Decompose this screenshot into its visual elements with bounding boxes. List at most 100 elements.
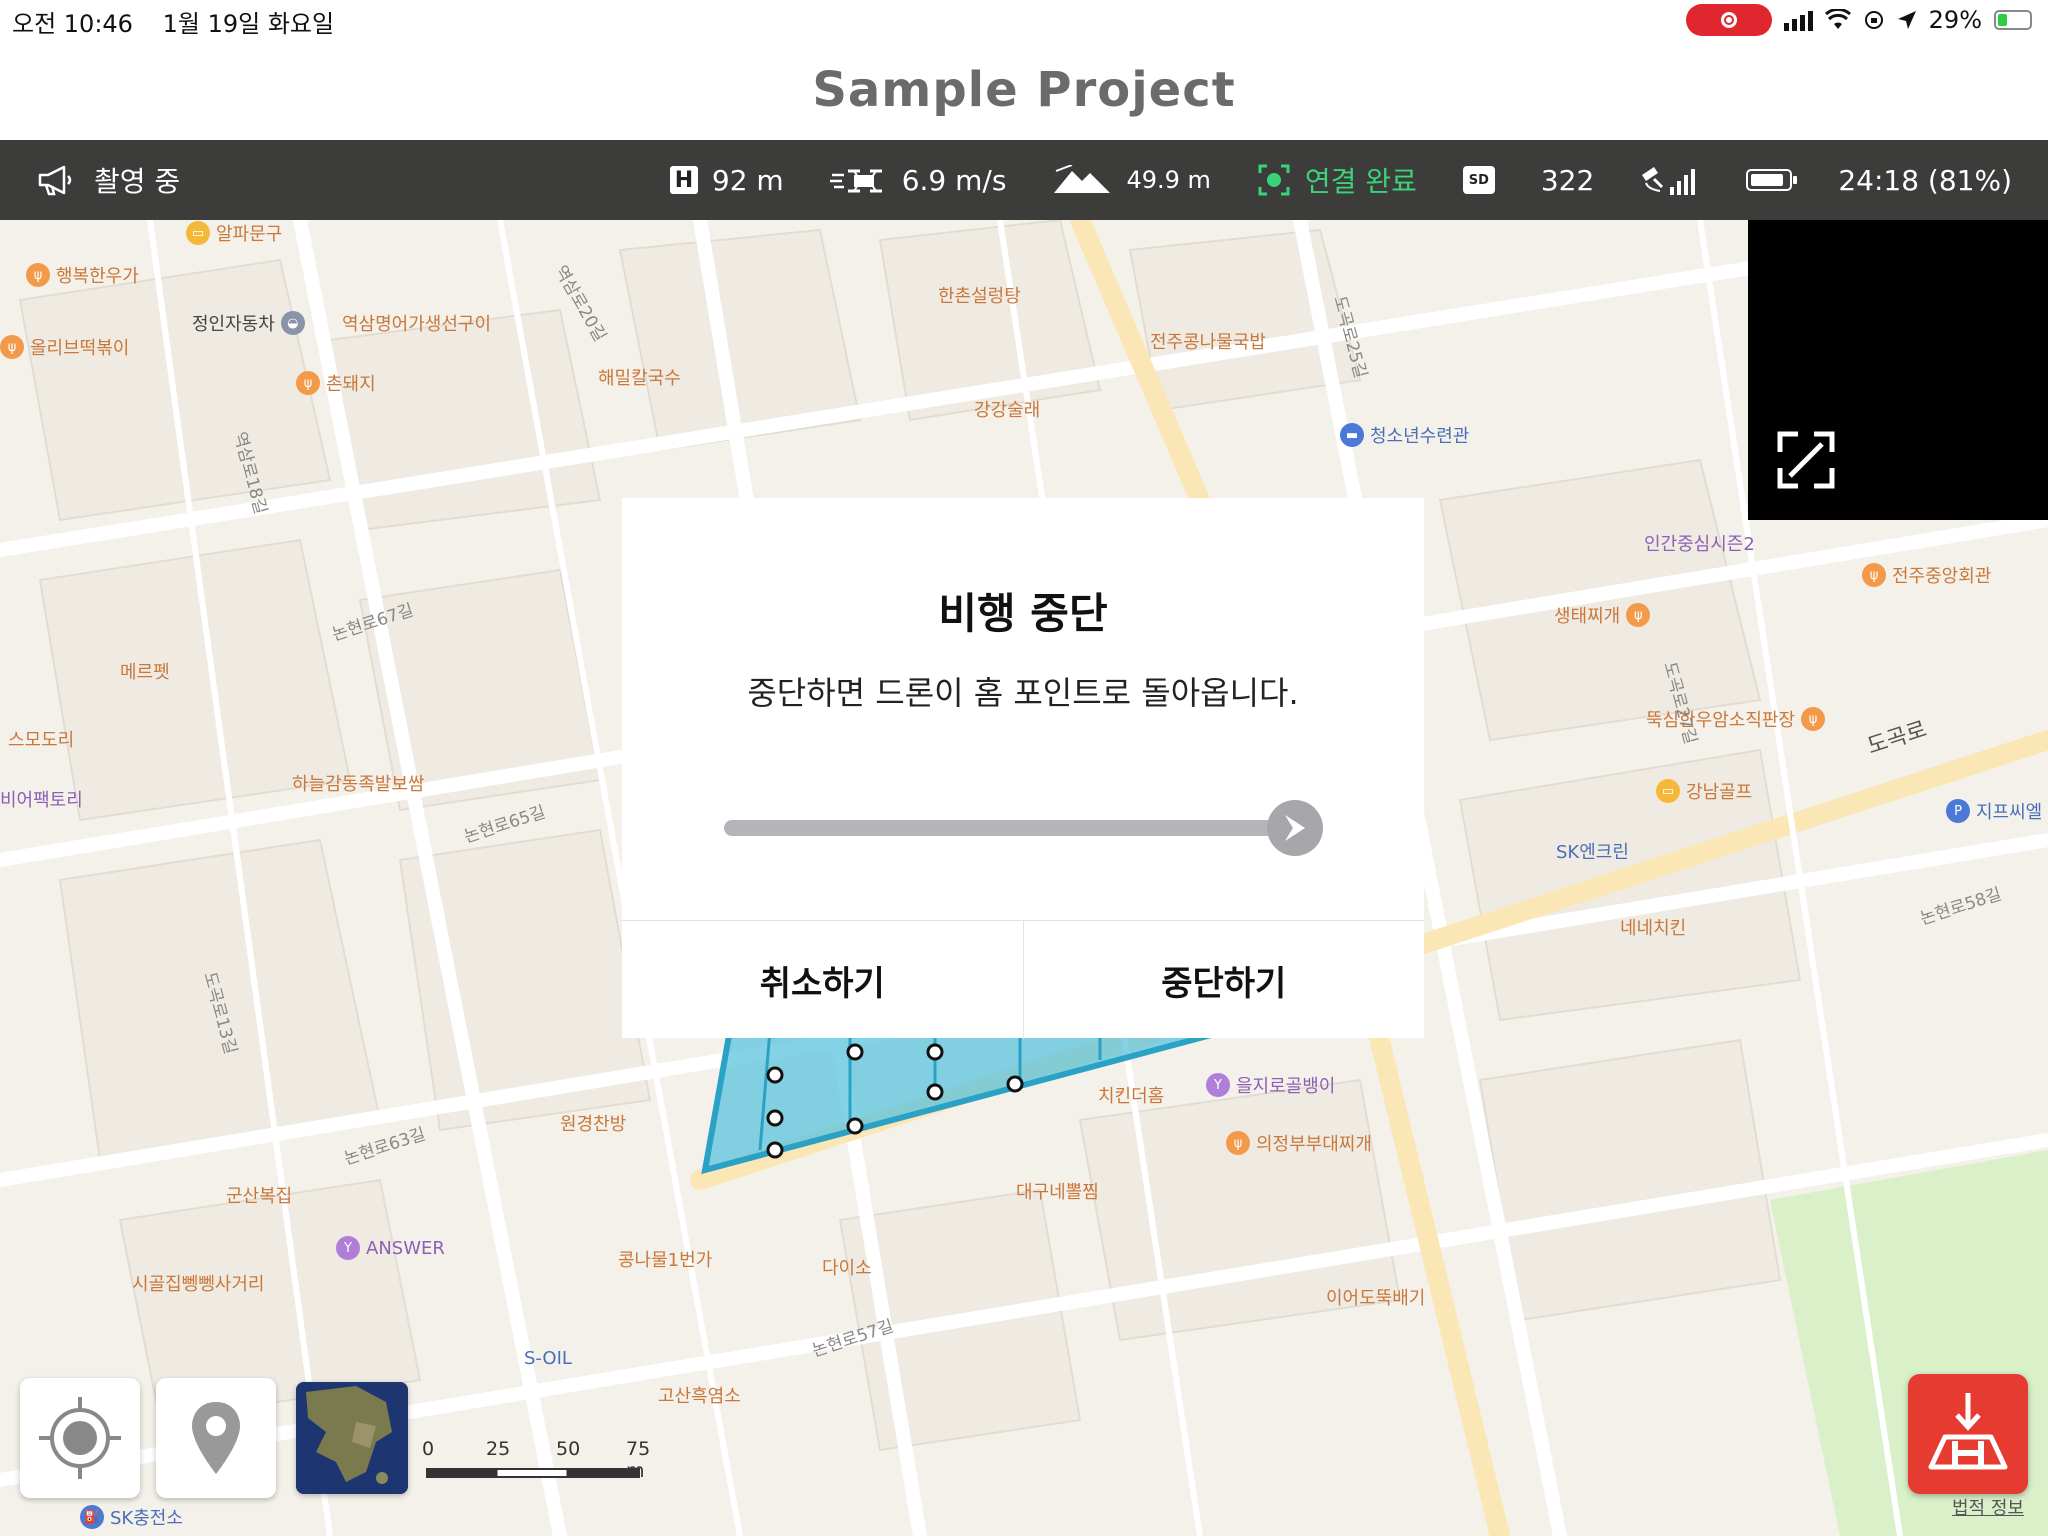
restaurant-icon: ψ	[0, 335, 24, 359]
poi-food[interactable]: ψ 올리브떡볶이	[0, 334, 129, 360]
distance-value: 49.9 m	[1126, 166, 1211, 194]
record-icon	[1720, 12, 1737, 28]
cocktail-icon: Y	[336, 1236, 360, 1260]
poi-food[interactable]: 시골집뼁뼁사거리	[132, 1270, 264, 1296]
page-title: Sample Project	[812, 62, 1236, 118]
poi-shop[interactable]: 메르펫	[120, 658, 170, 684]
poi-food[interactable]: 하늘감동족발보쌈	[292, 770, 424, 796]
restaurant-icon: ψ	[1862, 563, 1886, 587]
speed-value: 6.9 m/s	[901, 163, 1007, 197]
megaphone-icon[interactable]	[36, 164, 76, 196]
crosshair-icon	[39, 1397, 121, 1479]
battery-value: 24:18 (81%)	[1838, 163, 2012, 197]
poi-food[interactable]: 치킨더홈	[1098, 1082, 1164, 1108]
parking-icon: P	[1946, 799, 1970, 823]
poi-food[interactable]: 네네치킨	[1620, 914, 1686, 940]
poi-food[interactable]: 강강술래	[974, 396, 1040, 422]
restaurant-icon: ψ	[296, 371, 320, 395]
slider-track	[724, 820, 1284, 836]
scale-bar	[426, 1468, 640, 1478]
slide-to-confirm[interactable]	[724, 800, 1324, 856]
status-battery-percent: 29%	[1928, 6, 1982, 34]
poi-food[interactable]: 전주콩나물국밥	[1150, 328, 1266, 354]
poi-gas[interactable]: S-OIL	[524, 1348, 572, 1369]
poi-food[interactable]: ψ 촌돼지	[296, 370, 376, 396]
poi-food[interactable]: ψ 행복한우가	[26, 262, 139, 288]
drone-speed-icon	[829, 169, 882, 193]
cocktail-icon: Y	[1206, 1073, 1230, 1097]
map-scale: 0 25 50 75 m	[420, 1438, 650, 1498]
dialog-message: 중단하면 드론이 홈 포인트로 돌아옵니다.	[747, 674, 1299, 712]
bed-icon: ▬	[1340, 423, 1364, 447]
arrow-right-icon	[1285, 815, 1305, 841]
restaurant-icon: ψ	[1801, 707, 1826, 731]
mountain-distance-icon	[1054, 165, 1111, 193]
poi-shop[interactable]: 다이소	[822, 1254, 872, 1280]
slider-handle[interactable]	[1267, 800, 1323, 856]
wifi-icon	[1824, 9, 1851, 29]
legal-info-link[interactable]: 법적 정보	[1952, 1494, 2024, 1520]
car-icon: ◒	[280, 311, 305, 335]
location-arrow-icon	[1897, 11, 1916, 29]
poi-car[interactable]: ◒ 정인자동차	[192, 310, 305, 336]
stop-flight-dialog: 비행 중단 중단하면 드론이 홈 포인트로 돌아옵니다. 취소하기 중단하기	[622, 498, 1425, 1039]
satellite-map-thumbnail	[296, 1382, 408, 1494]
poi-gas[interactable]: ⛽ SK충전소	[80, 1504, 183, 1530]
screen-record-indicator[interactable]	[1685, 4, 1772, 36]
poi-bar[interactable]: Y 을지로골뱅이	[1206, 1072, 1335, 1098]
poi-food[interactable]: 역삼명어가생선구이	[342, 310, 491, 336]
map-pin-icon	[192, 1402, 240, 1474]
poi-food[interactable]: 생태찌개 ψ	[1554, 602, 1651, 628]
scale-label: 50	[556, 1438, 581, 1460]
satellite-layer-toggle[interactable]	[296, 1382, 408, 1494]
drone-battery-icon	[1746, 169, 1798, 191]
poi-food[interactable]: 고산흑염소	[658, 1382, 741, 1408]
stop-button[interactable]: 중단하기	[1022, 921, 1425, 1039]
poi-hotel[interactable]: ▬ 청소년수련관	[1340, 422, 1469, 448]
poi-bar[interactable]: 인간중심시즌2	[1644, 530, 1755, 556]
status-date: 1월 19일 화요일	[162, 10, 335, 38]
return-home-icon	[1928, 1393, 2008, 1470]
poi-food[interactable]: 군산복집	[226, 1182, 292, 1208]
sd-card-icon: SD	[1462, 166, 1495, 194]
restaurant-icon: ψ	[1626, 603, 1651, 627]
orientation-lock-icon	[1864, 11, 1883, 29]
remote-signal-icon	[1642, 167, 1696, 195]
status-battery-icon	[1994, 10, 2032, 30]
shop-icon: ▭	[1656, 779, 1680, 803]
expand-icon[interactable]	[1776, 430, 1836, 490]
poi-bar[interactable]: Y ANSWER	[336, 1236, 445, 1260]
connection-status-icon	[1258, 164, 1290, 196]
sd-count: 322	[1540, 163, 1595, 197]
connection-status: 연결 완료	[1304, 165, 1417, 198]
dialog-title: 비행 중단	[938, 589, 1108, 638]
cancel-button[interactable]: 취소하기	[622, 921, 1023, 1039]
poi-food[interactable]: 대구네뽈찜	[1016, 1178, 1099, 1204]
scale-label: 0	[422, 1438, 435, 1460]
poi-food[interactable]: 스모도리	[8, 726, 74, 752]
locate-me-button[interactable]	[20, 1378, 140, 1498]
poi-food[interactable]: 이어도뚝배기	[1326, 1284, 1425, 1310]
poi-food[interactable]: ψ 전주중앙회관	[1862, 562, 1991, 588]
poi-food[interactable]: 해밀칼국수	[598, 364, 681, 390]
cellular-signal-icon	[1783, 9, 1813, 31]
poi-bar[interactable]: 비어팩토리	[0, 786, 83, 812]
poi-food[interactable]: ψ 의정부부대찌개	[1226, 1130, 1372, 1156]
poi-food[interactable]: 한촌설렁탕	[938, 282, 1021, 308]
poi-gas[interactable]: SK엔크린	[1556, 838, 1629, 864]
poi-shop[interactable]: ▭ 강남골프	[1656, 778, 1752, 804]
poi-food[interactable]: 콩나물1번가	[618, 1246, 712, 1272]
poi-food[interactable]: 원경찬방	[560, 1110, 626, 1136]
gas-station-icon: ⛽	[80, 1505, 104, 1529]
mode-label: 촬영 중	[94, 165, 181, 198]
title-bar: Sample Project	[0, 40, 2048, 140]
camera-preview[interactable]	[1748, 220, 2048, 520]
poi-parking[interactable]: P 지프씨엘	[1946, 798, 2042, 824]
height-icon: H	[669, 166, 698, 194]
shop-icon: ▭	[186, 221, 210, 245]
map-pin-button[interactable]	[156, 1378, 276, 1498]
poi-shop[interactable]: ▭ 알파문구	[186, 220, 282, 246]
status-bar: 오전 10:46 1월 19일 화요일 29%	[0, 0, 2048, 40]
height-value: 92 m	[711, 163, 784, 197]
return-home-button[interactable]	[1908, 1374, 2028, 1494]
